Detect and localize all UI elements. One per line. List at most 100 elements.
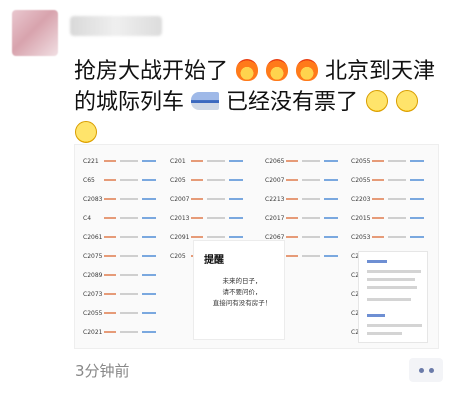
- train-number: C2055: [83, 309, 103, 317]
- attached-screenshot[interactable]: C221 C65 C2083 C4 C2061 C2075 C2089 C2073 C2055 C…: [74, 144, 439, 349]
- train-number: C2083: [83, 195, 103, 203]
- ticket-detail-line: [229, 198, 243, 200]
- ticket-detail-line: [142, 312, 156, 314]
- train-number: C2073: [83, 290, 103, 298]
- ticket-detail-line: [142, 236, 156, 238]
- ticket-detail-line: [286, 236, 298, 238]
- ticket-detail-line: [286, 217, 298, 219]
- ticket-detail-line: [410, 179, 424, 181]
- ticket-detail-line: [372, 179, 384, 181]
- ticket-detail-line: [104, 255, 116, 257]
- post-text-line1-start: 抢房大战开始了: [74, 59, 229, 84]
- ticket-detail-line: [286, 198, 298, 200]
- train-number: C201: [170, 157, 186, 165]
- ticket-detail-line: [229, 160, 243, 162]
- ticket-detail-line: [324, 160, 338, 162]
- train-number: C2007: [265, 176, 285, 184]
- ticket-row: C2055: [351, 153, 433, 169]
- ticket-row: C2065: [265, 153, 347, 169]
- reminder-line: 直接问有没有房子！: [212, 299, 272, 307]
- ticket-detail-line: [104, 179, 116, 181]
- ticket-detail-line: [104, 331, 116, 333]
- ticket-row: C2083: [83, 191, 165, 207]
- ticket-detail-line: [142, 274, 156, 276]
- dot: [428, 367, 434, 373]
- ticket-row: C201: [170, 153, 252, 169]
- ticket-detail-line: [120, 255, 138, 257]
- fire-emoji-icon: [266, 59, 289, 81]
- train-emoji-icon: [191, 92, 220, 110]
- ticket-row: C2089: [83, 267, 165, 283]
- train-number: C2053: [351, 233, 371, 241]
- ticket-detail-line: [120, 217, 138, 219]
- ticket-detail-line: [302, 160, 320, 162]
- ticket-detail-line: [372, 236, 384, 238]
- reminder-line: 未来的日子，: [222, 277, 262, 285]
- ticket-detail-line: [302, 236, 320, 238]
- ticket-detail-line: [229, 217, 243, 219]
- ticket-row: C2203: [351, 191, 433, 207]
- ticket-row: C2007: [265, 172, 347, 188]
- post-text: 抢房大战开始了 北京到天津 的城际列车 已经没有票了: [74, 56, 449, 149]
- ticket-detail-line: [104, 293, 116, 295]
- ticket-detail-line: [120, 293, 138, 295]
- train-number: C2035: [351, 348, 370, 349]
- moments-post: 抢房大战开始了 北京到天津 的城际列车 已经没有票了 C221 C65 C2083 C…: [0, 0, 463, 403]
- avatar[interactable]: [12, 10, 58, 56]
- ticket-detail-line: [388, 160, 406, 162]
- ticket-detail-line: [388, 217, 406, 219]
- ticket-detail-line: [324, 217, 338, 219]
- ticket-detail-line: [104, 198, 116, 200]
- ticket-detail-line: [410, 217, 424, 219]
- train-number: C2075: [83, 252, 103, 260]
- ticket-detail-line: [410, 236, 424, 238]
- train-number: C2213: [265, 195, 285, 203]
- post-text-line2-start: 的城际列车: [74, 90, 185, 115]
- ticket-detail-line: [302, 179, 320, 181]
- reminder-title: 提醒: [204, 255, 224, 266]
- ticket-detail-line: [324, 179, 338, 181]
- ticket-detail-line: [104, 160, 116, 162]
- ticket-row: C2061: [83, 229, 165, 245]
- ticket-detail-line: [229, 236, 243, 238]
- ticket-row: C2035: [351, 343, 433, 349]
- train-number: C2055: [351, 157, 371, 165]
- ticket-row: C2073: [83, 286, 165, 302]
- ticket-detail-line: [324, 198, 338, 200]
- ticket-detail-line: [104, 312, 116, 314]
- ticket-row: C2055: [351, 172, 433, 188]
- ticket-detail-line: [191, 179, 203, 181]
- ticket-detail-line: [120, 160, 138, 162]
- ticket-detail-line: [388, 236, 406, 238]
- ticket-detail-line: [120, 312, 138, 314]
- laughing-face-icon: [396, 90, 419, 112]
- ticket-row: C2213: [265, 191, 347, 207]
- ticket-column-1: C221 C65 C2083 C4 C2061 C2075 C2089 C2073 C2055 C…: [83, 153, 165, 348]
- train-number: C2021: [83, 328, 103, 336]
- train-number: C2089: [83, 271, 103, 279]
- fire-emoji-icon: [236, 59, 259, 81]
- ticket-detail-line: [286, 255, 298, 257]
- chat-preview-card: [358, 251, 428, 343]
- post-text-line1-end: 北京到天津: [325, 59, 436, 84]
- ticket-detail-line: [191, 198, 203, 200]
- more-dots-icon[interactable]: [409, 358, 443, 382]
- ticket-detail-line: [286, 179, 298, 181]
- train-number: C2065: [265, 157, 285, 165]
- ticket-detail-line: [191, 160, 203, 162]
- ticket-detail-line: [302, 217, 320, 219]
- ticket-detail-line: [142, 160, 156, 162]
- post-time: 3分钟前: [75, 362, 130, 380]
- post-text-line2-end: 已经没有票了: [226, 90, 359, 115]
- ticket-detail-line: [207, 236, 225, 238]
- ticket-detail-line: [388, 179, 406, 181]
- reminder-line: 请不要问价，: [222, 288, 262, 296]
- ticket-row: C2017: [265, 210, 347, 226]
- train-number: C2017: [265, 214, 285, 222]
- ticket-row: C65: [83, 172, 165, 188]
- user-name-blurred[interactable]: [70, 16, 162, 36]
- laughing-face-icon: [366, 90, 389, 112]
- ticket-row: C4: [83, 210, 165, 226]
- ticket-detail-line: [142, 331, 156, 333]
- train-number: C2007: [170, 195, 190, 203]
